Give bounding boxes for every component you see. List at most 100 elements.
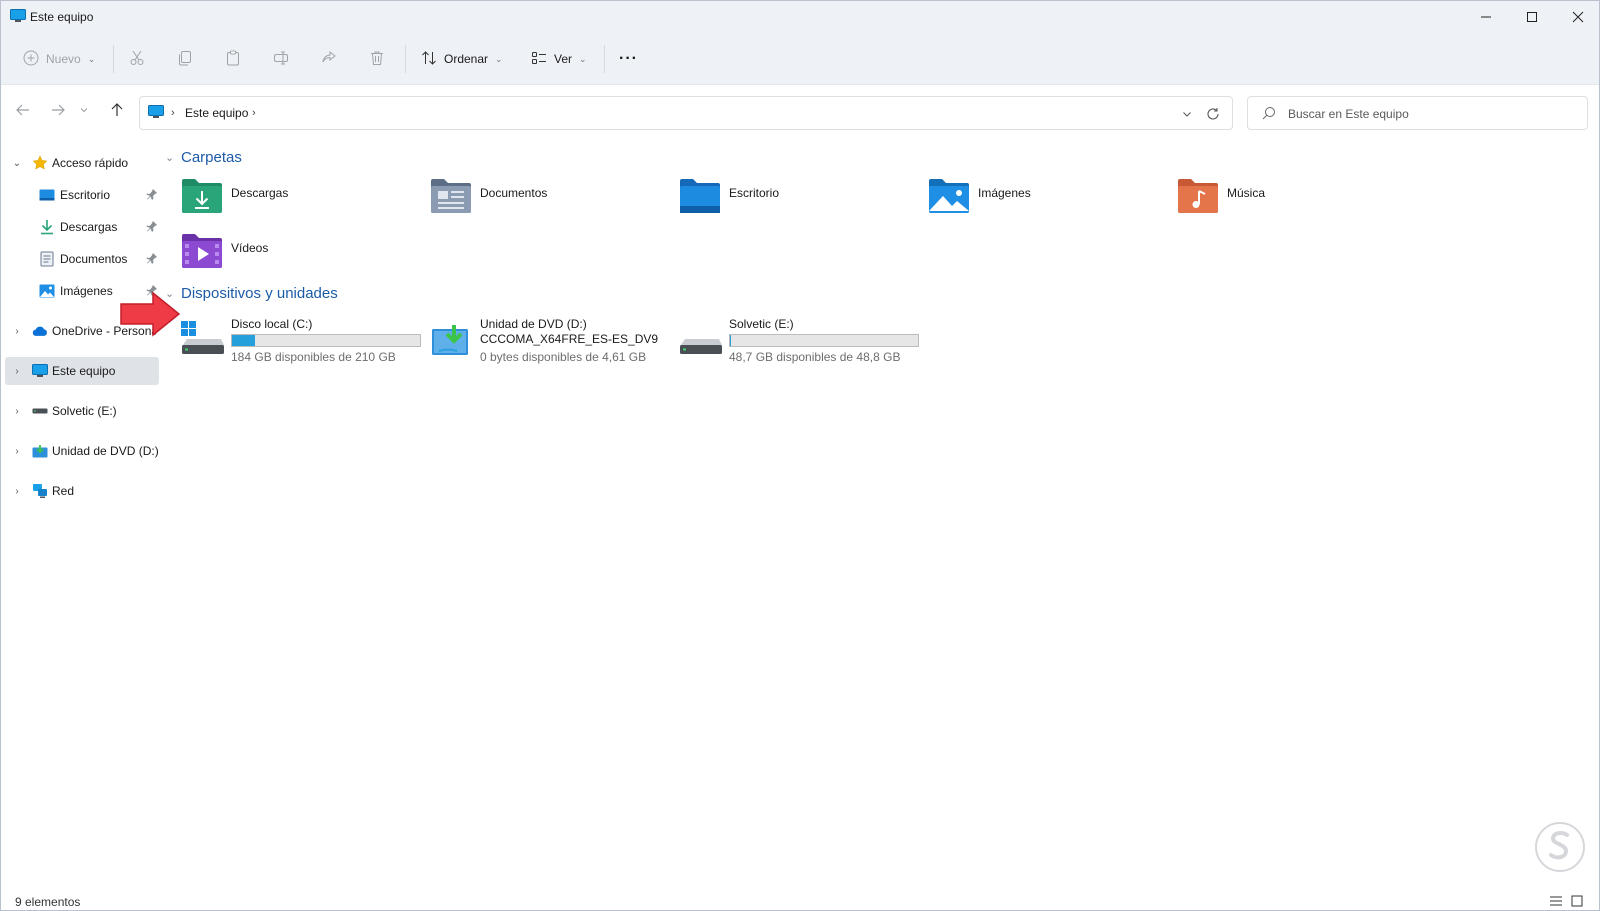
sidebar-item-label: Unidad de DVD (D:) — [52, 444, 159, 458]
breadcrumb-este-equipo[interactable]: Este equipo — [185, 106, 248, 120]
folder-imagenes[interactable]: Imágenes — [928, 177, 1168, 221]
pin-icon — [146, 252, 158, 267]
share-button[interactable] — [321, 43, 337, 75]
sidebar-item-documentos[interactable]: Documentos — [5, 245, 159, 273]
sidebar-item-acceso-rapido[interactable]: ⌄ Acceso rápido — [5, 149, 159, 177]
sidebar-item-solvetic[interactable]: › Solvetic (E:) — [5, 397, 159, 425]
breadcrumb-chevron-icon[interactable]: › — [171, 107, 175, 119]
chevron-right-icon[interactable]: › — [11, 444, 23, 458]
pc-icon — [32, 363, 48, 379]
folder-descargas[interactable]: Descargas — [181, 177, 421, 221]
delete-icon — [369, 50, 385, 69]
chevron-right-icon[interactable]: › — [11, 324, 23, 338]
new-label: Nuevo — [46, 52, 81, 66]
forward-button[interactable] — [45, 97, 71, 123]
chevron-down-icon[interactable]: ⌄ — [11, 156, 23, 170]
address-history-dropdown[interactable] — [1177, 104, 1197, 124]
chevron-down-icon: ⌄ — [495, 53, 503, 64]
chevron-right-icon[interactable]: › — [11, 484, 23, 498]
sort-button[interactable]: Ordenar ⌄ — [421, 43, 503, 75]
sidebar-item-descargas[interactable]: Descargas — [5, 213, 159, 241]
copy-button[interactable] — [177, 43, 193, 75]
pc-icon — [10, 9, 26, 26]
view-button[interactable]: Ver ⌄ — [531, 43, 587, 75]
up-button[interactable] — [104, 97, 130, 123]
file-explorer-window: Este equipo Nuevo ⌄ Ordenar ⌄ Ver ⌄ ··· … — [0, 0, 1600, 911]
sidebar-item-escritorio[interactable]: Escritorio — [5, 181, 159, 209]
folder-name: Vídeos — [231, 241, 269, 255]
pin-icon — [146, 188, 158, 203]
recent-locations-button[interactable] — [76, 97, 92, 123]
maximize-button[interactable] — [1509, 1, 1555, 33]
desktop-icon — [39, 187, 55, 203]
window-title: Este equipo — [30, 10, 94, 24]
pictures-folder-icon — [928, 177, 970, 213]
network-icon — [32, 483, 48, 499]
dvd-icon — [32, 443, 48, 459]
chevron-right-icon[interactable]: › — [11, 364, 23, 378]
separator — [113, 45, 114, 73]
chevron-down-icon: ⌄ — [579, 53, 587, 64]
drive-d[interactable]: Unidad de DVD (D:) CCCOMA_X64FRE_ES-ES_D… — [430, 315, 680, 371]
annotation-arrow-icon — [119, 291, 181, 340]
group-header-dispositivos[interactable]: ⌄ Dispositivos y unidades — [165, 285, 338, 302]
copy-icon — [177, 50, 193, 69]
breadcrumb-chevron-icon[interactable]: › — [252, 107, 256, 119]
drive-free-space: 48,7 GB disponibles de 48,8 GB — [729, 350, 901, 364]
watermark-logo-icon — [1534, 821, 1586, 876]
dvd-drive-icon — [430, 321, 474, 361]
paste-button[interactable] — [225, 43, 241, 75]
music-folder-icon — [1177, 177, 1219, 213]
cut-icon — [129, 50, 145, 69]
navigation-pane: ⌄ Acceso rápido Escritorio Descargas Doc — [1, 141, 159, 881]
delete-button[interactable] — [369, 43, 385, 75]
download-icon — [39, 219, 55, 235]
drive-usage-fill — [232, 335, 256, 346]
star-icon — [32, 155, 48, 171]
folder-name: Imágenes — [978, 186, 1031, 200]
close-button[interactable] — [1555, 1, 1600, 33]
search-box[interactable] — [1247, 96, 1588, 130]
drive-name: Unidad de DVD (D:) — [480, 317, 587, 331]
windows-drive-icon — [181, 321, 225, 361]
group-header-label: Carpetas — [181, 149, 242, 166]
back-button[interactable] — [10, 97, 36, 123]
folder-escritorio[interactable]: Escritorio — [679, 177, 919, 221]
sidebar-item-red[interactable]: › Red — [5, 477, 159, 505]
folder-musica[interactable]: Música — [1177, 177, 1417, 221]
command-bar: Nuevo ⌄ Ordenar ⌄ Ver ⌄ ··· — [1, 33, 1599, 85]
refresh-icon[interactable] — [1203, 104, 1223, 124]
sidebar-item-este-equipo[interactable]: › Este equipo — [5, 357, 159, 385]
cut-button[interactable] — [129, 43, 145, 75]
folder-name: Escritorio — [729, 186, 780, 200]
rename-button[interactable] — [273, 43, 291, 75]
large-icons-view-button[interactable] — [1567, 893, 1587, 909]
details-view-button[interactable] — [1546, 893, 1566, 909]
drive-c[interactable]: Disco local (C:) 184 GB disponibles de 2… — [181, 315, 431, 371]
minimize-button[interactable] — [1463, 1, 1509, 33]
folder-name: Música — [1227, 186, 1266, 200]
folder-documentos[interactable]: Documentos — [430, 177, 670, 221]
drive-e[interactable]: Solvetic (E:) 48,7 GB disponibles de 48,… — [679, 315, 929, 371]
separator — [405, 45, 406, 73]
sort-label: Ordenar — [444, 52, 489, 66]
new-button[interactable]: Nuevo ⌄ — [23, 43, 95, 75]
sidebar-item-dvd[interactable]: › Unidad de DVD (D:) — [5, 437, 159, 465]
drive-free-space: 0 bytes disponibles de 4,61 GB — [480, 350, 647, 364]
folder-videos[interactable]: Vídeos — [181, 232, 421, 276]
item-count: 9 elementos — [15, 895, 81, 909]
drive-icon — [32, 403, 48, 419]
sidebar-item-label: Este equipo — [52, 364, 116, 378]
sidebar-item-label: Acceso rápido — [52, 156, 129, 170]
chevron-right-icon[interactable]: › — [11, 404, 23, 418]
group-header-carpetas[interactable]: ⌄ Carpetas — [165, 149, 242, 166]
view-icon — [531, 50, 547, 69]
more-options-button[interactable]: ··· — [619, 43, 638, 75]
drive-usage-bar — [729, 334, 919, 347]
search-input[interactable] — [1288, 105, 1578, 123]
document-icon — [39, 251, 55, 267]
more-icon: ··· — [619, 50, 638, 67]
videos-folder-icon — [181, 232, 223, 268]
drive-icon — [679, 321, 723, 361]
address-bar[interactable]: › Este equipo › — [139, 96, 1233, 130]
